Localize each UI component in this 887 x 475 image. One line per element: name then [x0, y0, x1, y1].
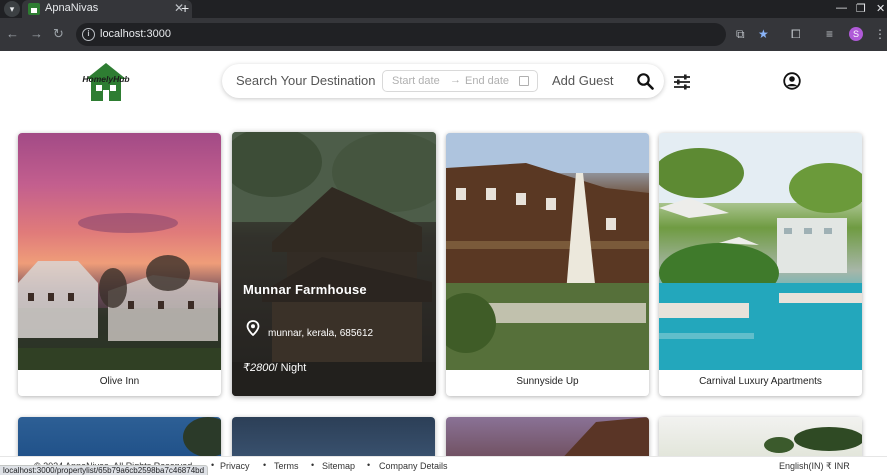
profile-avatar[interactable]: S	[849, 27, 863, 41]
browser-status-url: localhost:3000/propertylist/65b79a6cb259…	[0, 465, 209, 475]
property-image	[659, 133, 862, 370]
tab-search-icon[interactable]: ▾	[4, 1, 20, 17]
footer-separator: •	[211, 460, 215, 470]
date-range-picker[interactable]: Start date → End date	[382, 70, 538, 92]
price-unit: / Night	[274, 362, 307, 374]
currency-label: ₹ INR	[826, 461, 850, 471]
property-card-olive-inn[interactable]: Olive Inn	[18, 133, 221, 396]
language-currency-selector[interactable]: English(IN) ₹ INR	[779, 461, 850, 472]
footer-link-sitemap[interactable]: Sitemap	[322, 461, 355, 471]
property-card-carnival-luxury-apartments[interactable]: Carnival Luxury Apartments	[659, 133, 862, 396]
bookmark-star-icon[interactable]: ★	[758, 27, 769, 41]
forward-icon[interactable]: →	[30, 26, 43, 41]
more-menu-icon[interactable]: ⋮	[874, 27, 886, 41]
browser-tab[interactable]: ApnaNivas ✕	[22, 0, 192, 18]
footer-link-terms[interactable]: Terms	[274, 461, 299, 471]
restore-icon[interactable]: ❐	[856, 2, 866, 15]
location-pin-icon	[246, 320, 260, 336]
property-location: munnar, kerala, 685612	[268, 328, 374, 339]
homelyhub-logo[interactable]: HomelyHub	[80, 61, 132, 103]
image-overlay	[232, 132, 436, 396]
footer-link-privacy[interactable]: Privacy	[220, 461, 250, 471]
property-card-munnar-farmhouse[interactable]: Munnar Farmhouse munnar, kerala, 685612 …	[232, 132, 436, 396]
end-date-input[interactable]: End date	[465, 75, 509, 87]
footer-separator: •	[367, 460, 371, 470]
account-icon[interactable]	[783, 72, 801, 90]
address-bar[interactable]: i localhost:3000	[76, 23, 726, 46]
browser-tabstrip: ▾ ApnaNivas ✕ + — ❐ ✕	[0, 0, 887, 18]
extensions-icon[interactable]: ⧠	[791, 27, 801, 42]
property-price: ₹2800/ Night	[243, 361, 306, 374]
price-amount: ₹2800	[243, 362, 275, 374]
footer-separator: •	[263, 460, 267, 470]
property-title: Olive Inn	[99, 376, 140, 387]
tab-title: ApnaNivas	[45, 2, 99, 14]
property-image	[446, 133, 649, 370]
footer-link-company-details[interactable]: Company Details	[379, 461, 448, 471]
property-image	[18, 133, 221, 370]
destination-input[interactable]: Search Your Destination	[236, 73, 376, 88]
back-icon[interactable]: ←	[6, 26, 19, 41]
property-title: Carnival Luxury Apartments	[699, 376, 822, 387]
date-arrow-icon: →	[450, 74, 461, 86]
search-icon[interactable]	[636, 72, 654, 90]
favicon-icon	[28, 3, 40, 15]
filter-icon[interactable]	[673, 74, 691, 90]
site-info-icon[interactable]: i	[82, 28, 95, 41]
cast-icon[interactable]: ⧉	[736, 27, 745, 42]
footer-separator: •	[311, 460, 315, 470]
reload-icon[interactable]: ↻	[53, 26, 64, 42]
property-card-sunnyside-up[interactable]: Sunnyside Up	[446, 133, 649, 396]
search-bar: Search Your Destination Start date → End…	[222, 64, 664, 98]
reading-list-icon[interactable]: ≡	[826, 27, 833, 41]
minimize-icon[interactable]: —	[836, 2, 847, 14]
logo-text: HomelyHub	[82, 74, 129, 84]
language-label: English(IN)	[779, 461, 824, 471]
close-window-icon[interactable]: ✕	[876, 2, 885, 15]
app-header: HomelyHub Search Your Destination Start …	[0, 51, 887, 121]
calendar-icon	[519, 76, 529, 86]
address-url[interactable]: localhost:3000	[100, 28, 171, 40]
browser-toolbar: ← → ↻ i localhost:3000 ⧉ ★ ⧠ ≡ S ⋮	[0, 18, 887, 51]
add-guest-button[interactable]: Add Guest	[552, 73, 613, 88]
property-title: Sunnyside Up	[516, 376, 579, 387]
new-tab-icon[interactable]: +	[181, 0, 189, 16]
property-title: Munnar Farmhouse	[243, 282, 367, 297]
start-date-input[interactable]: Start date	[392, 75, 440, 87]
